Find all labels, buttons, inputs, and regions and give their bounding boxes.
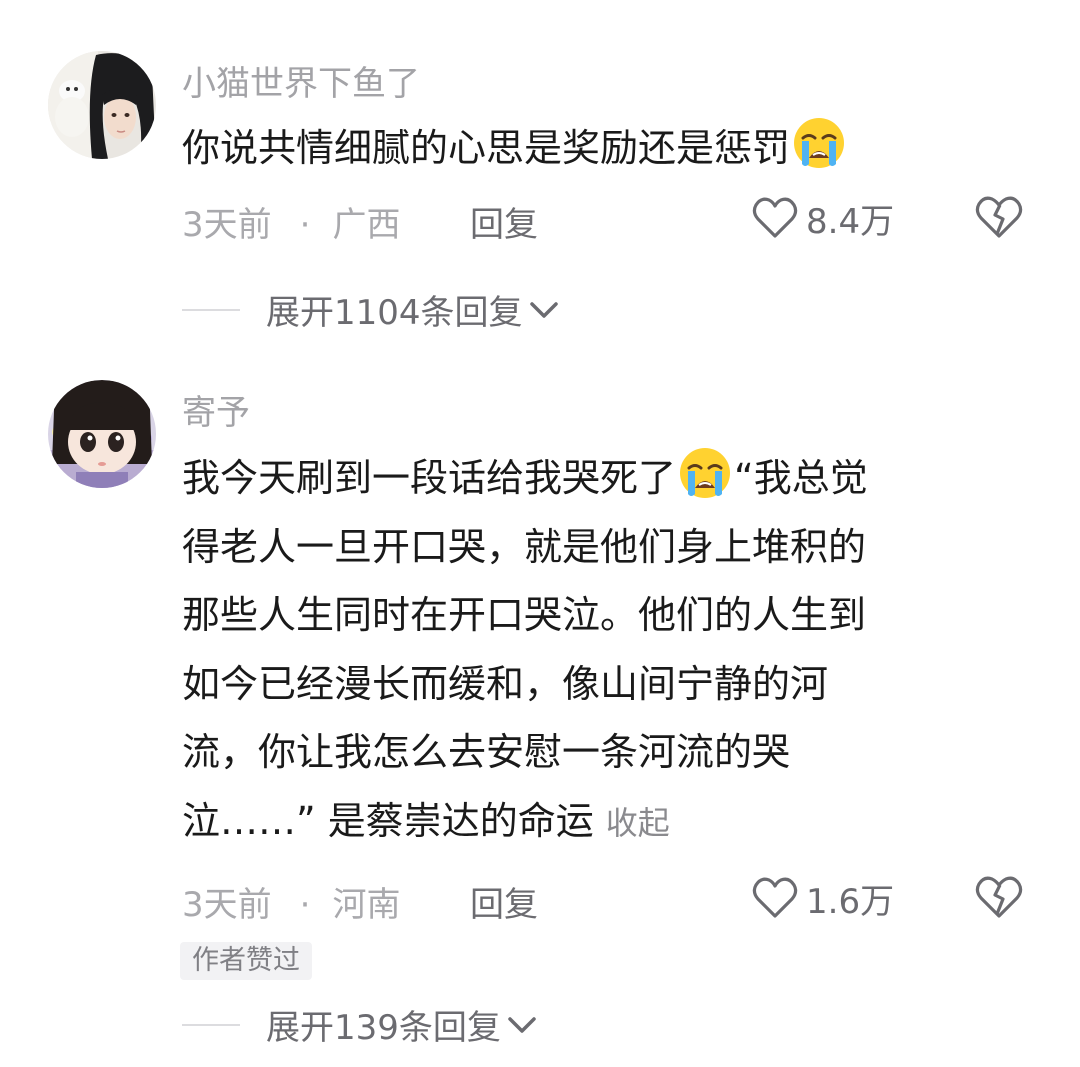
comment-meta: 3天前 · 广西 [182,197,400,246]
reply-button[interactable]: 回复 [470,877,538,926]
expand-replies-label: 展开139条回复 [266,1008,501,1048]
comment-text-part: 我今天刷到一段话给我哭死了 [182,456,677,500]
comment-line: 流，你让我怎么去安慰一条河流的哭 [182,730,791,774]
username[interactable]: 寄予 [182,385,250,434]
comment-meta: 3天前 · 河南 [182,877,400,926]
comment-text-part: 泣……” 是蔡崇达的命运 [182,798,594,843]
comment-text-part: 你说共情细腻的心思是奖励还是惩罚 [182,126,791,170]
comment-line: 那些人生同时在开口哭泣。他们的人生到 [182,593,867,637]
loudly-crying-face-icon [794,118,845,168]
author-liked-badge: 作者赞过 [180,942,312,980]
like-button[interactable]: 1.6万 [752,874,894,922]
expand-replies-label: 展开1104条回复 [266,293,523,333]
heart-outline-icon [752,877,798,918]
dislike-button[interactable] [974,874,1024,922]
like-button[interactable]: 8.4万 [752,194,894,242]
heart-outline-icon [752,197,798,238]
timestamp: 3天前 [182,205,272,245]
collapse-button[interactable]: 收起 [606,804,670,842]
dislike-button[interactable] [974,194,1024,242]
comment-line: 得老人一旦开口哭，就是他们身上堆积的 [182,524,867,569]
broken-heart-icon [975,196,1023,238]
divider-line [182,1023,240,1026]
comment-text: 你说共情细腻的心思是奖励还是惩罚 [182,114,1022,183]
chevron-down-icon [508,1016,536,1033]
like-count: 8.4万 [806,201,895,242]
comment-line: 我今天刷到一段话给我哭死了 “我总觉 [182,444,1022,513]
separator: · [299,885,311,925]
avatar[interactable] [48,51,156,159]
comment-line: 如今已经漫长而缓和，像山间宁静的河 [182,661,829,706]
broken-heart-icon [975,876,1023,918]
expand-replies-button[interactable]: 展开139条回复 [182,1000,537,1049]
comment-line: 泣……” 是蔡崇达的命运 收起 [182,787,1022,858]
location: 广西 [332,205,401,245]
comment-text: 我今天刷到一段话给我哭死了 “我总觉 得老人一旦开口哭，就是他们身上堆积的 那些… [182,444,1022,857]
divider-line [182,308,240,311]
separator: · [299,205,311,245]
expand-replies-button[interactable]: 展开1104条回复 [182,285,559,334]
avatar[interactable] [48,380,156,488]
location: 河南 [332,885,401,925]
comment-text-part: “我总觉 [734,456,868,500]
username[interactable]: 小猫世界下鱼了 [182,56,420,105]
reply-button[interactable]: 回复 [470,197,538,246]
like-count: 1.6万 [806,881,895,922]
timestamp: 3天前 [182,885,272,925]
chevron-down-icon [529,301,558,318]
loudly-crying-face-icon [680,448,731,498]
